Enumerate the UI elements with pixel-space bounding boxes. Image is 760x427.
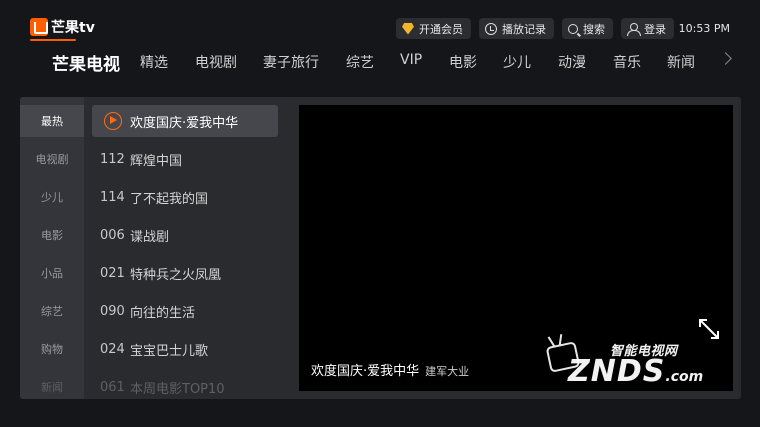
tab-anime[interactable]: 动漫 [558, 52, 586, 72]
tab-mango-tv[interactable]: 芒果电视 [52, 50, 120, 75]
znds-watermark: 智能电视网 ZNDS.com [545, 330, 728, 392]
channel-number: 114 [100, 189, 125, 205]
channel-item[interactable]: 061 本周电影TOP10 [92, 371, 278, 399]
tab-variety[interactable]: 综艺 [346, 52, 374, 72]
channel-item[interactable]: 090 向往的生活 [92, 295, 278, 327]
now-playing-title: 欢度国庆·爱我中华 [311, 364, 420, 379]
channel-name: 宝宝巴士儿歌 [130, 343, 209, 359]
channel-item[interactable]: 024 宝宝巴士儿歌 [92, 333, 278, 365]
channel-number: 024 [100, 341, 125, 357]
watermark-en: ZNDS.com [568, 354, 703, 389]
search-button-label: 搜索 [583, 22, 605, 36]
clock-time: 10:53 PM [678, 22, 730, 35]
now-playing-program: 建军大业 [425, 365, 470, 378]
channel-number: 006 [100, 227, 125, 243]
category-item[interactable]: 新闻 [20, 371, 84, 399]
history-clock-icon [485, 22, 497, 35]
tab-music[interactable]: 音乐 [613, 52, 641, 72]
chevron-right-icon[interactable] [719, 52, 732, 65]
logo-text: 芒果tv [51, 20, 95, 36]
vip-diamond-icon [402, 22, 414, 35]
tab-featured[interactable]: 精选 [140, 52, 168, 72]
channel-name: 辉煌中国 [130, 153, 183, 169]
logo-underline [30, 39, 76, 41]
play-icon [104, 112, 122, 130]
channel-name: 了不起我的国 [130, 191, 209, 207]
category-list: 最热 电视剧 少儿 电影 小品 综艺 购物 新闻 [20, 97, 84, 399]
history-button-label: 播放记录 [502, 22, 546, 36]
tab-news[interactable]: 新闻 [667, 52, 695, 72]
category-item[interactable]: 少儿 [20, 181, 84, 213]
category-item[interactable]: 小品 [20, 257, 84, 289]
channel-list: 欢度国庆·爱我中华 112 辉煌中国 114 了不起我的国 006 谍战剧 02… [84, 97, 284, 399]
vip-button-label: 开通会员 [419, 22, 463, 36]
channel-number: 112 [100, 151, 125, 167]
category-item[interactable]: 购物 [20, 333, 84, 365]
history-button[interactable]: 播放记录 [479, 18, 554, 39]
mangotv-logo[interactable]: 芒果tv [30, 17, 95, 41]
channel-item[interactable]: 021 特种兵之火凤凰 [92, 257, 278, 289]
channel-number: 061 [100, 379, 125, 395]
search-icon [568, 23, 578, 34]
channel-name: 本周电影TOP10 [130, 381, 225, 397]
watermark-suffix: .com [665, 369, 704, 385]
vip-button[interactable]: 开通会员 [396, 18, 471, 39]
channel-name: 谍战剧 [130, 229, 170, 245]
channel-item[interactable]: 114 了不起我的国 [92, 181, 278, 213]
user-icon [627, 22, 641, 36]
channel-name: 欢度国庆·爱我中华 [130, 115, 239, 131]
channel-item-playing[interactable]: 欢度国庆·爱我中华 [92, 105, 278, 137]
channel-name: 特种兵之火凤凰 [130, 267, 222, 283]
category-item[interactable]: 综艺 [20, 295, 84, 327]
player-caption: 欢度国庆·爱我中华 建军大业 [311, 360, 469, 379]
category-item[interactable]: 电影 [20, 219, 84, 251]
tab-movies[interactable]: 电影 [449, 52, 477, 72]
watermark-brand: ZNDS [568, 354, 666, 389]
tab-tv-series[interactable]: 电视剧 [195, 52, 237, 72]
channel-name: 向往的生活 [130, 305, 196, 321]
channel-number: 090 [100, 303, 125, 319]
channel-item[interactable]: 112 辉煌中国 [92, 143, 278, 175]
nav-tabs: 芒果电视 精选 电视剧 妻子旅行 综艺 VIP 电影 少儿 动漫 音乐 新闻 [0, 48, 760, 82]
login-button-label: 登录 [644, 22, 666, 36]
tab-kids[interactable]: 少儿 [503, 52, 531, 72]
tab-wife-travel[interactable]: 妻子旅行 [263, 52, 319, 72]
channel-item[interactable]: 006 谍战剧 [92, 219, 278, 251]
search-button[interactable]: 搜索 [562, 18, 613, 39]
tab-vip[interactable]: VIP [400, 52, 422, 68]
channel-number: 021 [100, 265, 125, 281]
login-button[interactable]: 登录 [621, 18, 674, 39]
category-item[interactable]: 电视剧 [20, 143, 84, 175]
top-bar: 芒果tv 开通会员 播放记录 搜索 登录 10:53 PM [0, 0, 760, 48]
top-actions: 开通会员 播放记录 搜索 登录 [396, 18, 674, 39]
mango-logo-icon [30, 18, 48, 36]
category-item[interactable]: 最热 [20, 105, 84, 137]
